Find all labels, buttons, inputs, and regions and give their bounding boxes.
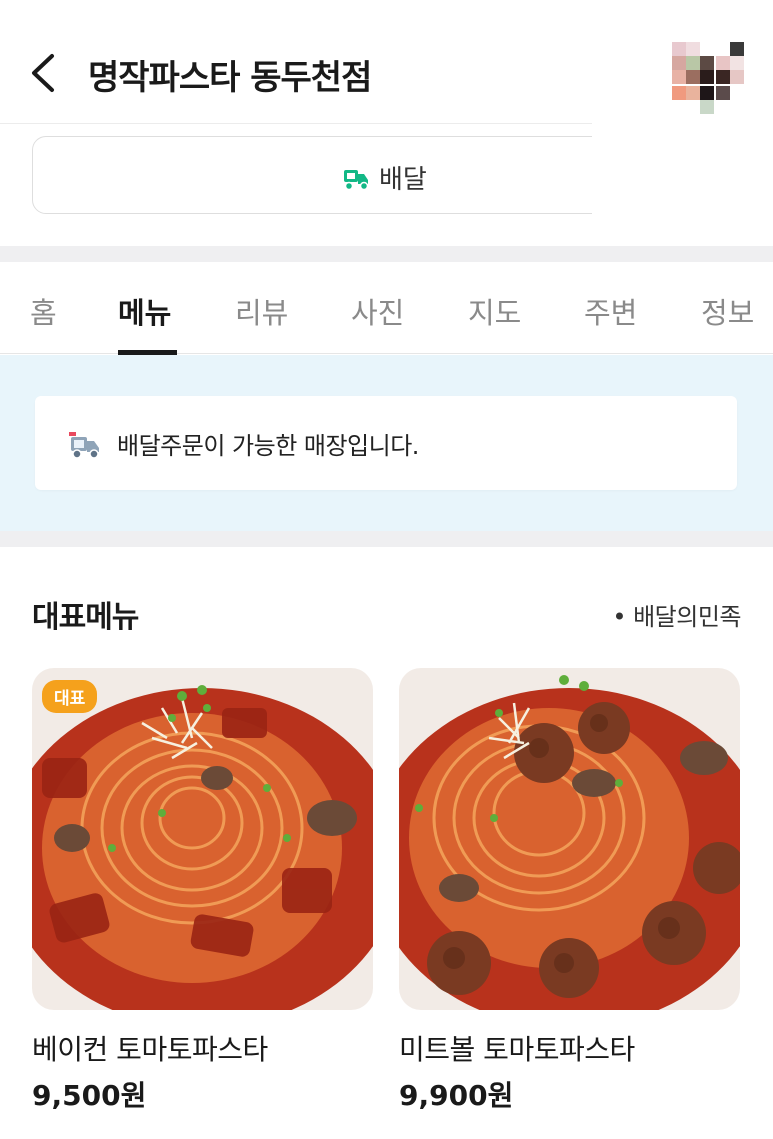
menu-price: 9,500원 — [32, 1079, 147, 1112]
tab-map[interactable]: 지도 — [468, 290, 521, 332]
delivery-label: 배달 — [379, 165, 427, 195]
menu-price: 9,900원 — [399, 1079, 514, 1112]
tab-nearby[interactable]: 주변 — [584, 290, 637, 332]
tab-bar: 홈 메뉴 리뷰 사진 지도 주변 정보 — [0, 262, 773, 354]
delivery-truck-icon — [69, 431, 99, 459]
redacted-overlay — [592, 130, 773, 230]
chevron-left-icon — [32, 54, 54, 92]
section-divider — [0, 246, 773, 262]
signature-badge: 대표 — [42, 680, 98, 713]
back-button[interactable] — [26, 50, 62, 96]
tab-menu[interactable]: 메뉴 — [118, 290, 171, 332]
notice-text: 배달주문이 가능한 매장입니다. — [117, 432, 419, 460]
menu-card-bacon-tomato-pasta[interactable]: 대표 베이컨 토마토파스타 9,500원 — [32, 668, 373, 1112]
tab-info[interactable]: 정보 — [701, 290, 754, 332]
menu-card-meatball-tomato-pasta[interactable]: 미트볼 토마토파스타 9,900원 — [399, 668, 740, 1112]
menu-image: 대표 — [32, 668, 373, 1010]
avatar[interactable] — [672, 42, 748, 118]
tab-photos[interactable]: 사진 — [351, 290, 404, 332]
page-title: 명작파스타 동두천점 — [88, 58, 372, 98]
tab-reviews[interactable]: 리뷰 — [235, 290, 288, 332]
section-divider — [0, 531, 773, 547]
section-title: 대표메뉴 — [32, 600, 139, 635]
tab-home[interactable]: 홈 — [30, 290, 57, 332]
source-label: • 배달의민족 — [612, 603, 741, 631]
delivery-notice: 배달주문이 가능한 매장입니다. — [35, 396, 737, 490]
menu-image — [399, 668, 740, 1010]
menu-name: 미트볼 토마토파스타 — [399, 1033, 635, 1066]
menu-name: 베이컨 토마토파스타 — [32, 1033, 268, 1066]
delivery-scooter-icon — [344, 169, 369, 190]
